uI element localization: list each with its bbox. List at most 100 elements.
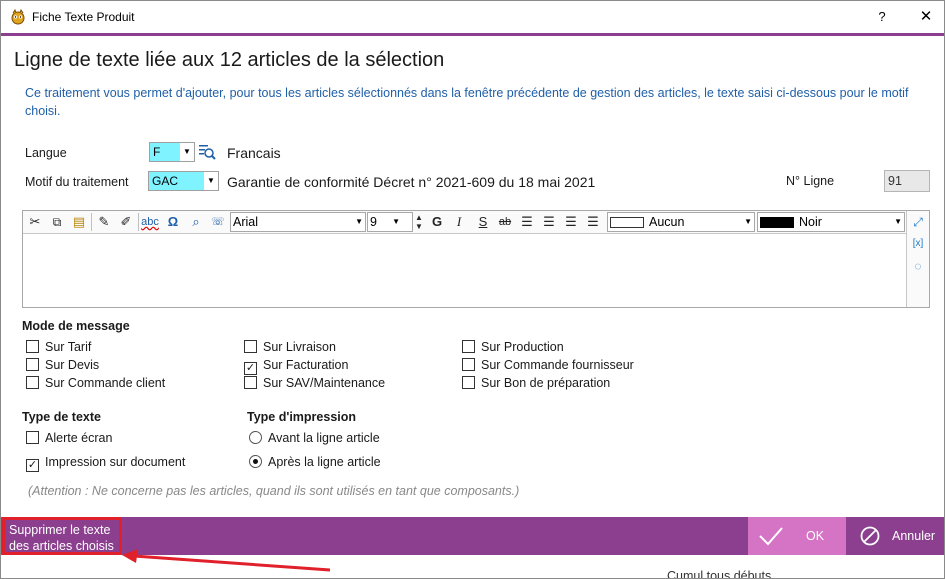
cancel-label: Annuler — [892, 529, 936, 543]
motif-label: Motif du traitement — [25, 175, 129, 189]
app-icon — [11, 9, 25, 25]
eyedropper-icon[interactable]: ✎ — [94, 213, 114, 231]
help-button[interactable]: ? — [869, 5, 895, 29]
checkbox-label: Alerte écran — [45, 431, 113, 445]
align-justify-icon[interactable]: ☰ — [583, 213, 603, 231]
checkbox-label: Sur Devis — [45, 358, 100, 372]
motif-value: GAC — [149, 172, 204, 190]
motif-select[interactable]: GAC ▼ — [148, 171, 219, 191]
checkbox-box-checked: ✓ — [26, 459, 39, 472]
chevron-down-icon: ▼ — [894, 217, 902, 226]
text-color-swatch — [760, 217, 794, 229]
cancel-button[interactable]: Annuler — [848, 517, 944, 555]
checkbox-alerte-ecran[interactable]: Alerte écran — [26, 431, 112, 445]
checkbox-sur-sav-maintenance[interactable]: Sur SAV/Maintenance — [244, 376, 385, 390]
italic-button[interactable]: I — [449, 213, 469, 231]
background-partial-text: Cumul tous débuts — [667, 569, 772, 578]
radio-label: Avant la ligne article — [268, 431, 380, 445]
find-icon[interactable]: ⌕ — [186, 213, 206, 231]
spin-buttons[interactable]: ▲ ▼ — [413, 213, 425, 231]
radio-label: Après la ligne article — [268, 455, 381, 469]
window-title: Fiche Texte Produit — [32, 10, 135, 24]
cut-icon[interactable]: ✂ — [25, 213, 45, 231]
checkbox-box — [26, 376, 39, 389]
phone-icon[interactable]: ☏ — [208, 213, 228, 231]
checkbox-box — [26, 358, 39, 371]
font-family-value: Arial — [233, 215, 259, 229]
close-button[interactable]: ✕ — [909, 5, 943, 29]
search-icon[interactable] — [198, 143, 216, 161]
annotation-arrow — [122, 549, 331, 572]
spellcheck-icon[interactable]: abc — [140, 213, 160, 231]
checkbox-label: Impression sur document — [45, 455, 186, 469]
align-left-icon[interactable]: ☰ — [517, 213, 537, 231]
font-size-value: 9 — [370, 215, 377, 229]
checkbox-impression-sur-document[interactable]: ✓ Impression sur document — [26, 455, 185, 472]
background-color-value: Aucun — [649, 215, 685, 229]
strikethrough-button[interactable]: ab — [495, 213, 515, 231]
ok-button[interactable]: OK — [748, 517, 846, 555]
radio-avant-ligne[interactable]: Avant la ligne article — [249, 431, 380, 445]
background-swatch — [610, 217, 644, 229]
palette-icon[interactable]: ◌ — [907, 255, 929, 277]
checkbox-box — [244, 376, 257, 389]
delete-text-label-2: des articles choisis — [9, 539, 114, 553]
checkbox-label: Sur Tarif — [45, 340, 92, 354]
checkbox-label: Sur Facturation — [263, 358, 349, 372]
editor-toolbar: ✂ ⧉ ▤ ✎ ✐ abc Ω ⌕ ☏ Arial ▼ 9 ▼ ▲ ▼ G I S… — [23, 211, 907, 234]
warning-note: (Attention : Ne concerne pas les article… — [28, 484, 520, 498]
checkbox-sur-facturation[interactable]: ✓ Sur Facturation — [244, 358, 348, 375]
text-editor[interactable]: ✂ ⧉ ▤ ✎ ✐ abc Ω ⌕ ☏ Arial ▼ 9 ▼ ▲ ▼ G I S… — [22, 210, 930, 308]
ligne-field[interactable]: 91 — [884, 170, 930, 192]
radio-apres-ligne[interactable]: Après la ligne article — [249, 455, 381, 469]
checkbox-sur-devis[interactable]: Sur Devis — [26, 358, 99, 372]
toolbar-divider — [138, 213, 139, 231]
checkbox-sur-commande-fournisseur[interactable]: Sur Commande fournisseur — [462, 358, 634, 372]
type-impression-title: Type d'impression — [247, 410, 357, 424]
align-right-icon[interactable]: ☰ — [561, 213, 581, 231]
font-size-select[interactable]: 9 ▼ — [367, 212, 413, 232]
chevron-down-icon: ▼ — [204, 172, 218, 190]
paste-icon[interactable]: ▤ — [69, 213, 89, 231]
radio-dot-selected — [249, 455, 262, 468]
chevron-down-icon: ▼ — [355, 217, 363, 226]
dialog-window: Fiche Texte Produit ? ✕ Ligne de texte l… — [0, 0, 945, 579]
checkbox-sur-livraison[interactable]: Sur Livraison — [244, 340, 336, 354]
chevron-down-icon: ▼ — [392, 217, 400, 226]
checkbox-sur-bon-de-preparation[interactable]: Sur Bon de préparation — [462, 376, 610, 390]
toolbar-divider — [91, 213, 92, 231]
motif-description: Garantie de conformité Décret n° 2021-60… — [227, 174, 596, 190]
checkbox-box-checked: ✓ — [244, 362, 257, 375]
check-icon — [759, 527, 783, 546]
variable-icon[interactable]: [x] — [907, 233, 929, 255]
bold-button[interactable]: G — [427, 213, 447, 231]
text-color-select[interactable]: Noir ▼ — [757, 212, 905, 232]
checkbox-sur-tarif[interactable]: Sur Tarif — [26, 340, 91, 354]
font-family-select[interactable]: Arial ▼ — [230, 212, 366, 232]
ligne-label: N° Ligne — [786, 174, 835, 188]
checkbox-sur-production[interactable]: Sur Production — [462, 340, 564, 354]
checkbox-box — [462, 340, 475, 353]
delete-text-button[interactable]: Supprimer le texte des articles choisis — [2, 517, 122, 555]
langue-name: Francais — [227, 145, 281, 161]
shadow-button[interactable]: S — [473, 213, 493, 231]
title-accent-line — [1, 33, 944, 36]
checkbox-label: Sur Commande client — [45, 376, 166, 390]
background-color-select[interactable]: Aucun ▼ — [607, 212, 755, 232]
brush-icon[interactable]: ✐ — [116, 213, 136, 231]
checkbox-box — [26, 340, 39, 353]
langue-select[interactable]: F ▼ — [149, 142, 195, 162]
omega-symbol-icon[interactable]: Ω — [163, 213, 183, 231]
copy-icon[interactable]: ⧉ — [47, 213, 67, 231]
checkbox-label: Sur Production — [481, 340, 564, 354]
type-texte-title: Type de texte — [22, 410, 101, 424]
editor-side-tools: ⤢ [x] ◌ — [906, 211, 929, 307]
checkbox-label: Sur Bon de préparation — [481, 376, 611, 390]
checkbox-sur-commande-client[interactable]: Sur Commande client — [26, 376, 165, 390]
align-center-icon[interactable]: ☰ — [539, 213, 559, 231]
expand-icon[interactable]: ⤢ — [907, 211, 929, 233]
langue-label: Langue — [25, 146, 67, 160]
checkbox-box — [462, 376, 475, 389]
checkbox-label: Sur SAV/Maintenance — [263, 376, 386, 390]
chevron-down-icon: ▼ — [744, 217, 752, 226]
